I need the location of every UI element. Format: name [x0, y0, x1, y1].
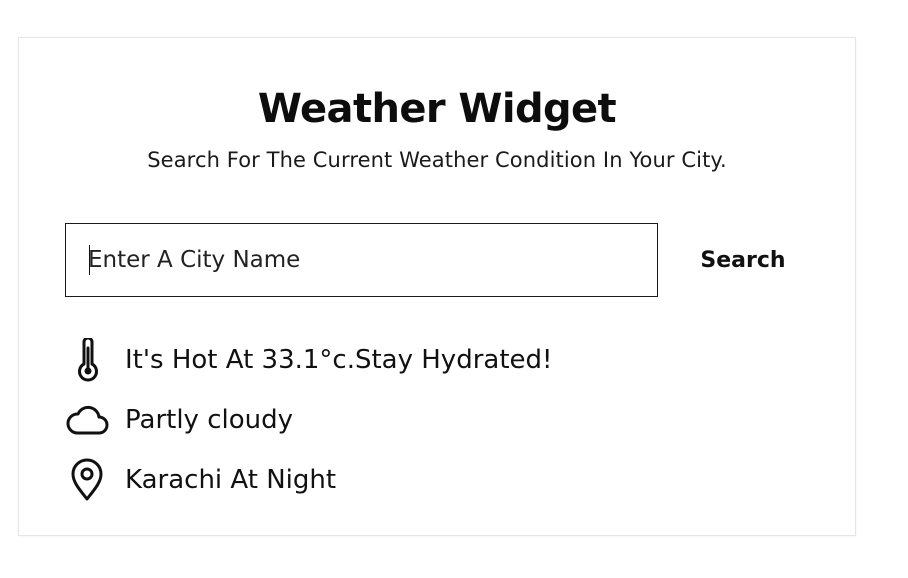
weather-info-list: It's Hot At 33.1°c.Stay Hydrated! Partly… — [65, 330, 805, 510]
weather-widget-card: Weather Widget Search For The Current We… — [18, 37, 856, 536]
temperature-row: It's Hot At 33.1°c.Stay Hydrated! — [65, 330, 805, 390]
widget-title: Weather Widget — [257, 86, 617, 132]
text-cursor — [89, 245, 90, 275]
map-pin-icon — [65, 458, 109, 502]
thermometer-icon — [65, 338, 109, 382]
temperature-text: It's Hot At 33.1°c.Stay Hydrated! — [125, 345, 553, 375]
location-row: Karachi At Night — [65, 450, 805, 510]
city-search-input[interactable] — [65, 223, 658, 297]
search-row: Search — [65, 223, 805, 297]
widget-subtitle: Search For The Current Weather Condition… — [147, 148, 727, 172]
condition-row: Partly cloudy — [65, 390, 805, 450]
location-text: Karachi At Night — [125, 465, 337, 495]
condition-text: Partly cloudy — [125, 405, 293, 435]
search-button[interactable]: Search — [673, 223, 813, 297]
cloud-icon — [65, 398, 109, 442]
